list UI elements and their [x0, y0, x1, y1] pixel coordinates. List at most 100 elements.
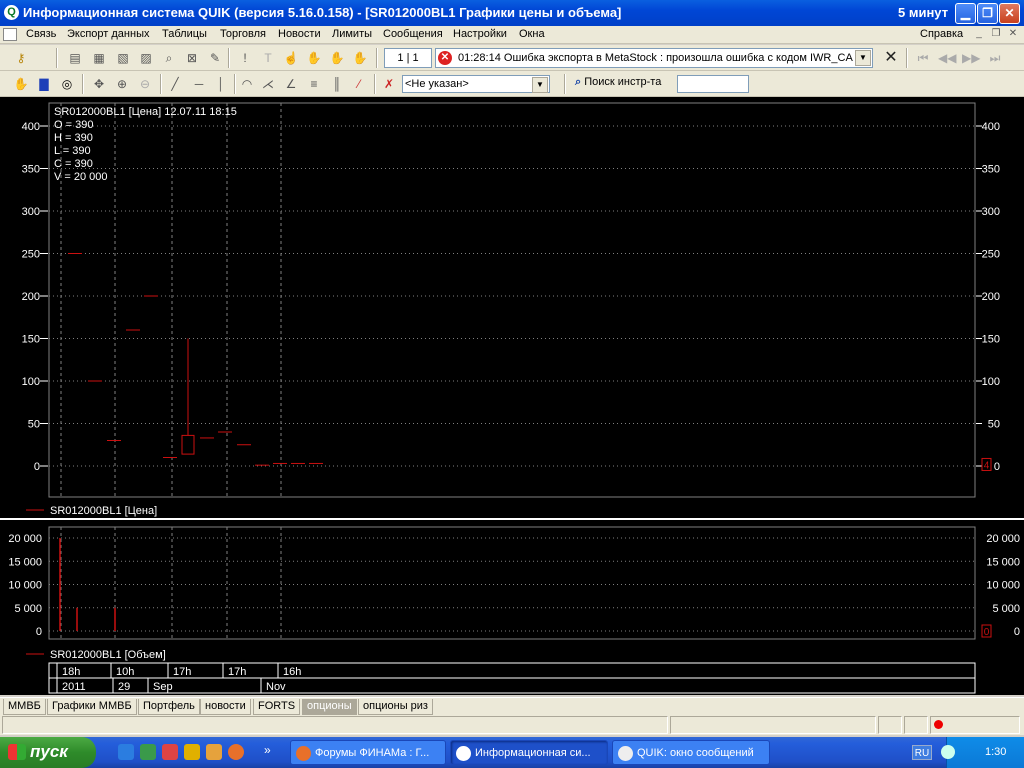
- menu-settings[interactable]: Настройки: [453, 28, 507, 40]
- next-page-icon[interactable]: ▶▶: [962, 49, 980, 67]
- connection-status-icon: [934, 720, 943, 729]
- menu-trading[interactable]: Торговля: [220, 28, 266, 40]
- mdi-close-icon[interactable]: ✕: [1006, 28, 1020, 41]
- menu-help[interactable]: Справка: [920, 28, 963, 40]
- task-firefox[interactable]: Форумы ФИНАМа : Г...: [290, 740, 446, 765]
- time-label-hour: 18h: [62, 666, 80, 678]
- tab-options-riz[interactable]: опционы риз: [358, 699, 433, 715]
- close-window-button[interactable]: ✕: [999, 3, 1020, 24]
- sell-hand-icon[interactable]: ✋: [328, 49, 346, 67]
- search-table-icon[interactable]: ⌕: [160, 49, 178, 67]
- trend-line-icon[interactable]: ╱: [166, 75, 184, 93]
- mdi-restore-icon[interactable]: ❐: [989, 28, 1003, 41]
- price-ytick-left: 200: [22, 291, 40, 303]
- zoom-out-icon[interactable]: ⊖: [136, 75, 154, 93]
- window-title: Информационная система QUIK (версия 5.16…: [23, 5, 622, 20]
- text-icon[interactable]: T: [259, 49, 277, 67]
- buy-hand-icon[interactable]: ✋: [305, 49, 323, 67]
- cycle-lines-icon[interactable]: ║: [328, 75, 346, 93]
- price-ytick-left: 300: [22, 206, 40, 218]
- tab-options[interactable]: опционы: [302, 699, 357, 715]
- tab-charts-mmvb[interactable]: Графики ММВБ: [47, 699, 137, 715]
- ie-icon[interactable]: [118, 744, 134, 760]
- toolbar-separator: [374, 74, 376, 94]
- tab-mmvb[interactable]: ММВБ: [3, 699, 46, 715]
- menu-windows[interactable]: Окна: [519, 28, 545, 40]
- toolbar-separator: [564, 74, 566, 94]
- menu-messages[interactable]: Сообщения: [383, 28, 443, 40]
- volume-ytick-right: 10 000: [986, 580, 1020, 592]
- drag-hand-icon[interactable]: ✋: [12, 75, 30, 93]
- horizontal-line-icon[interactable]: ─: [190, 75, 208, 93]
- minimize-icon: ▁: [960, 6, 971, 20]
- menu-svyaz[interactable]: Связь: [26, 28, 56, 40]
- delete-table-icon[interactable]: ⊠: [183, 49, 201, 67]
- title-bar[interactable]: Q Информационная система QUIK (версия 5.…: [0, 0, 1024, 26]
- hand-icon[interactable]: ☝: [282, 49, 300, 67]
- media-icon[interactable]: [184, 744, 200, 760]
- first-page-icon[interactable]: ⏮: [914, 49, 932, 67]
- prev-page-icon[interactable]: ◀◀: [938, 49, 956, 67]
- security-select[interactable]: <Не указан> ▼: [402, 75, 550, 93]
- tab-portfolio[interactable]: Портфель: [138, 699, 200, 715]
- zoom-in-icon[interactable]: ⊕: [113, 75, 131, 93]
- ohlcv-o: O = 390: [54, 119, 93, 131]
- chart-toolbar: ✋ ▇ ◎ ✥ ⊕ ⊖ ╱ ─ │ ◠ ⋌ ∠ ≡ ║ ⁄ ✗ <Не указ…: [0, 71, 1024, 97]
- fan-icon[interactable]: ⋌: [259, 75, 277, 93]
- chart-area[interactable]: 0 0 50 50 100 100 150 150 200 200 250 250 300 300 350 3…: [0, 97, 1024, 695]
- search-input[interactable]: [677, 75, 749, 93]
- table-icon[interactable]: ▤: [66, 49, 84, 67]
- alert-icon[interactable]: !: [236, 49, 254, 67]
- vertical-line-icon[interactable]: │: [212, 75, 230, 93]
- menu-limits[interactable]: Лимиты: [332, 28, 372, 40]
- time-label-hour: 16h: [283, 666, 301, 678]
- tray-icon[interactable]: [941, 745, 955, 759]
- key-icon[interactable]: ⚷: [12, 49, 30, 67]
- menu-export[interactable]: Экспорт данных: [67, 28, 149, 40]
- chevron-down-icon[interactable]: ▼: [855, 50, 871, 66]
- tab-forts[interactable]: FORTS: [253, 699, 301, 715]
- close-icon: ✕: [1004, 6, 1015, 20]
- close-message-icon[interactable]: ✕: [882, 49, 900, 67]
- orders-icon[interactable]: ▧: [114, 49, 132, 67]
- start-button[interactable]: пуск: [0, 737, 96, 768]
- explorer-icon[interactable]: [140, 744, 156, 760]
- chart-svg[interactable]: 0 0 50 50 100 100 150 150 200 200 250 250 300 300 350 3…: [0, 97, 1024, 695]
- language-indicator[interactable]: RU: [912, 745, 932, 760]
- time-label-hour: 10h: [116, 666, 134, 678]
- time-label-date: Sep: [153, 681, 173, 693]
- menu-tables[interactable]: Таблицы: [162, 28, 207, 40]
- error-message-box[interactable]: ✕ 01:28:14 Ошибка экспорта в MetaStock :…: [435, 48, 873, 68]
- firefox-icon[interactable]: [228, 744, 244, 760]
- circle-icon[interactable]: ◎: [58, 75, 76, 93]
- last-page-icon[interactable]: ⏭: [986, 49, 1004, 67]
- volume-ytick-left: 0: [36, 626, 42, 638]
- bar-chart-icon[interactable]: ▇: [35, 75, 53, 93]
- tab-news[interactable]: новости: [200, 699, 251, 715]
- eraser-line-icon[interactable]: ⁄: [350, 75, 368, 93]
- trades-icon[interactable]: ▨: [137, 49, 155, 67]
- status-cell-connection: [930, 716, 1020, 734]
- price-ytick-left: 100: [22, 376, 40, 388]
- price-ytick-left: 350: [22, 164, 40, 176]
- quicklaunch-more-icon[interactable]: »: [264, 743, 271, 757]
- angle-icon[interactable]: ∠: [282, 75, 300, 93]
- quotes-icon[interactable]: ▦: [90, 49, 108, 67]
- chevron-down-icon[interactable]: ▼: [532, 77, 548, 93]
- edit-table-icon[interactable]: ✎: [206, 49, 224, 67]
- clear-drawings-icon[interactable]: ✗: [380, 75, 398, 93]
- channel-icon[interactable]: ≡: [305, 75, 323, 93]
- chrome-icon[interactable]: [206, 744, 222, 760]
- restore-button[interactable]: ❐: [977, 3, 998, 24]
- stop-hand-icon[interactable]: ✋: [351, 49, 369, 67]
- minimize-button[interactable]: ▁: [955, 3, 976, 24]
- move-icon[interactable]: ✥: [90, 75, 108, 93]
- task-quik[interactable]: Информационная си...: [450, 740, 608, 765]
- chart-window-icon[interactable]: [3, 28, 17, 41]
- task-quik-messages[interactable]: QUIK: окно сообщений: [612, 740, 770, 765]
- arc-icon[interactable]: ◠: [238, 75, 256, 93]
- main-toolbar: ⚷ ▤ ▦ ▧ ▨ ⌕ ⊠ ✎ ! T ☝ ✋ ✋ ✋ 1 | 1 ✕ 01:2…: [0, 45, 1024, 71]
- menu-news[interactable]: Новости: [278, 28, 321, 40]
- app-icon[interactable]: [162, 744, 178, 760]
- mdi-minimize-icon[interactable]: _: [972, 28, 986, 41]
